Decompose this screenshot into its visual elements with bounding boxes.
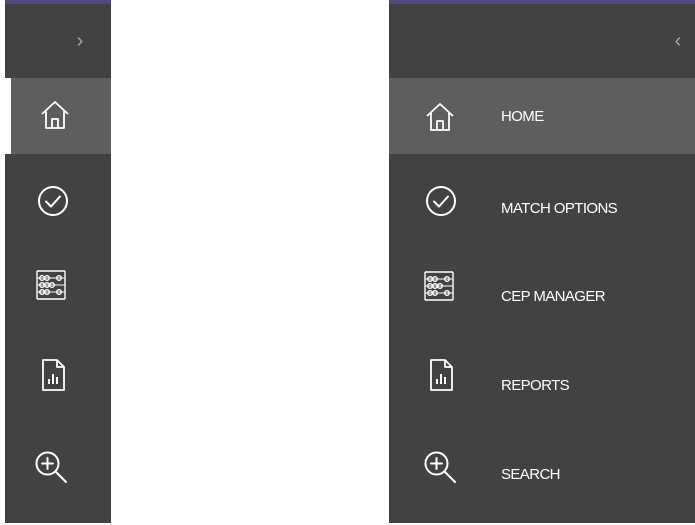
check-circle-icon — [36, 184, 70, 218]
sidebar-item-cep-manager[interactable] — [5, 242, 111, 330]
sidebar-item-home[interactable]: HOME — [389, 78, 695, 154]
sidebar-item-cep-manager[interactable]: CEP MANAGER — [389, 242, 695, 330]
zoom-in-icon — [423, 450, 457, 484]
abacus-icon — [422, 269, 456, 303]
report-icon — [424, 358, 458, 392]
sidebar-item-match-options[interactable]: MATCH OPTIONS — [389, 154, 695, 242]
report-icon — [36, 358, 70, 392]
expand-sidebar-button[interactable]: › — [65, 26, 95, 56]
collapse-sidebar-button[interactable]: ‹ — [663, 26, 693, 56]
sidebar-item-search[interactable]: SEARCH — [389, 420, 695, 523]
sidebar-item-label: SEARCH — [501, 466, 561, 483]
expanded-sidebar: ‹ HOME MATCH OPTIONS CEP MANAGER REPORTS… — [389, 0, 695, 523]
home-icon — [423, 100, 457, 134]
sidebar-item-label: REPORTS — [501, 377, 570, 394]
sidebar-item-label: HOME — [501, 108, 544, 125]
home-icon — [38, 98, 72, 132]
sidebar-item-label: CEP MANAGER — [501, 288, 606, 305]
check-circle-icon — [424, 184, 458, 218]
sidebar-item-search[interactable] — [5, 420, 111, 523]
sidebar-item-reports[interactable]: REPORTS — [389, 330, 695, 420]
sidebar-item-label: MATCH OPTIONS — [501, 200, 618, 217]
sidebar-item-match-options[interactable] — [5, 154, 111, 242]
sidebar-item-reports[interactable] — [5, 330, 111, 420]
zoom-in-icon — [34, 450, 68, 484]
abacus-icon — [34, 268, 68, 302]
collapsed-sidebar: › — [5, 0, 111, 523]
sidebar-toggle-row: ‹ — [389, 4, 695, 78]
sidebar-item-home[interactable] — [5, 78, 111, 154]
sidebar-toggle-row: › — [5, 4, 111, 78]
